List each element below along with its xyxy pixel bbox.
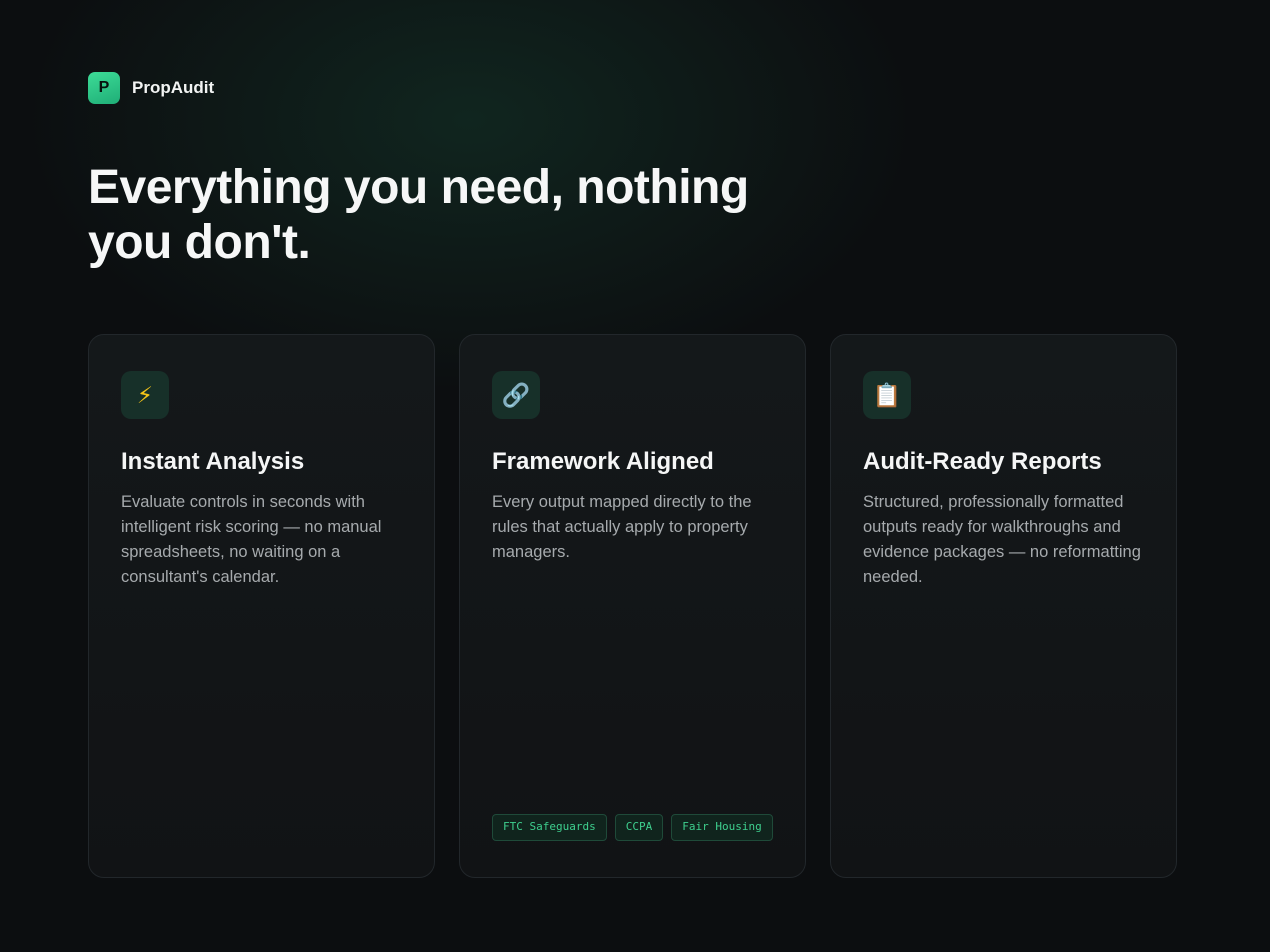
feature-card-description: Evaluate controls in seconds with intell… bbox=[121, 493, 382, 586]
feature-card-title: Framework Aligned bbox=[492, 448, 714, 475]
clipboard-glyph: 📋 bbox=[872, 381, 902, 408]
page-headline: Everything you need, nothing you don't. bbox=[88, 161, 749, 269]
logo-icon: P bbox=[88, 72, 120, 104]
feature-card-audit-ready-reports: 📋 Audit-Ready Reports Structured, profes… bbox=[830, 334, 1177, 878]
feature-cards: ⚡ Instant Analysis Evaluate controls in … bbox=[88, 334, 1177, 878]
feature-card-title: Instant Analysis bbox=[121, 448, 305, 475]
feature-card-instant-analysis: ⚡ Instant Analysis Evaluate controls in … bbox=[88, 334, 435, 878]
lightning-glyph: ⚡ bbox=[136, 381, 154, 408]
tag-ccpa: CCPA bbox=[614, 814, 664, 841]
tag-fair-housing: Fair Housing bbox=[671, 814, 773, 841]
brand[interactable]: P PropAudit bbox=[88, 72, 214, 104]
feature-card-title: Audit-Ready Reports bbox=[863, 448, 1102, 475]
tag-ftc-safeguards: FTC Safeguards bbox=[492, 814, 607, 841]
framework-tags: FTC Safeguards CCPA Fair Housing bbox=[492, 814, 773, 841]
clipboard-icon: 📋 bbox=[863, 371, 911, 419]
feature-card-framework-aligned: 🔗 Framework Aligned Every output mapped … bbox=[459, 334, 806, 878]
feature-card-description: Structured, professionally formatted out… bbox=[863, 493, 1141, 586]
link-glyph: 🔗 bbox=[501, 381, 531, 408]
feature-card-description: Every output mapped directly to the rule… bbox=[492, 493, 752, 561]
lightning-icon: ⚡ bbox=[121, 371, 169, 419]
link-icon: 🔗 bbox=[492, 371, 540, 419]
brand-name: PropAudit bbox=[132, 78, 215, 97]
